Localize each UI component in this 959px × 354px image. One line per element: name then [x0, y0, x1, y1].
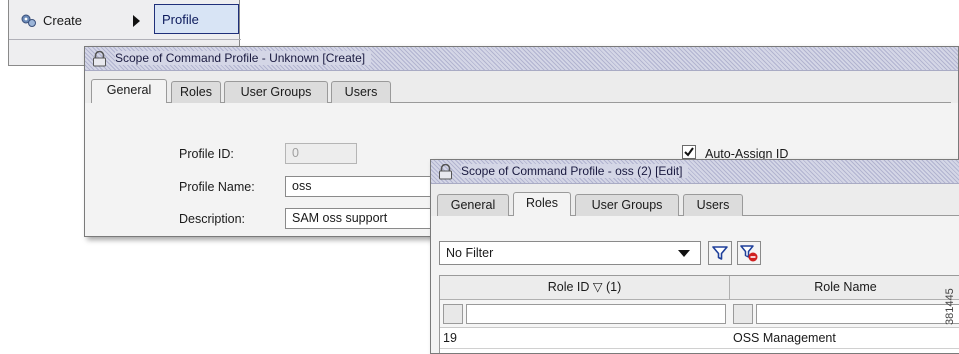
column-header-role-id[interactable]: Role ID ▽ (1) — [440, 276, 730, 300]
figure-id: 381445 — [944, 288, 956, 325]
tab-user-groups[interactable]: User Groups — [575, 194, 679, 216]
submenu-profile-label: Profile — [162, 12, 199, 27]
profile-name-field[interactable]: oss — [285, 176, 445, 197]
filter-select-value: No Filter — [446, 246, 494, 260]
column-header-role-name[interactable]: Role Name — [730, 276, 959, 300]
role-id-filter-input[interactable] — [466, 304, 726, 324]
tab-label: General — [450, 198, 496, 212]
menu-item-create[interactable]: Create — [9, 6, 149, 34]
submenu-arrow-icon — [133, 15, 140, 27]
title-bar[interactable]: Scope of Command Profile - Unknown [Crea… — [85, 47, 958, 71]
tab-roles[interactable]: Roles — [171, 81, 221, 103]
auto-assign-checkbox[interactable] — [682, 145, 696, 159]
window-title: Scope of Command Profile - Unknown [Crea… — [115, 51, 372, 65]
role-name-filter-input[interactable] — [756, 304, 959, 324]
filter-button[interactable] — [708, 241, 732, 265]
window-title: Scope of Command Profile - oss (2) [Edit… — [461, 164, 689, 178]
roles-table: Role ID ▽ (1) Role Name 19 OSS Managemen… — [439, 275, 959, 353]
submenu-item-profile[interactable]: Profile — [154, 4, 239, 34]
filter-row — [440, 300, 959, 328]
role-name-filter-button[interactable] — [733, 304, 753, 324]
profile-edit-window: Scope of Command Profile - oss (2) [Edit… — [430, 159, 959, 354]
profile-id-label: Profile ID: — [179, 147, 234, 161]
lock-icon — [439, 164, 452, 180]
tab-general[interactable]: General — [437, 194, 509, 216]
menu-divider — [9, 39, 241, 40]
tab-user-groups[interactable]: User Groups — [224, 81, 328, 103]
row-divider — [440, 348, 959, 349]
role-id-cell: 19 — [443, 331, 457, 345]
tab-users[interactable]: Users — [331, 81, 391, 103]
tab-label: General — [106, 83, 152, 97]
create-icon — [21, 14, 36, 27]
profile-id-field[interactable]: 0 — [285, 143, 357, 164]
tab-users[interactable]: Users — [683, 194, 743, 216]
profile-name-label: Profile Name: — [179, 180, 255, 194]
description-label: Description: — [179, 212, 245, 226]
tab-label: Users — [344, 85, 378, 99]
lock-icon — [93, 51, 106, 67]
tab-label: Users — [696, 198, 730, 212]
filter-icon — [712, 246, 728, 260]
checkmark-icon — [684, 147, 694, 157]
column-header-label: Role Name — [814, 280, 877, 294]
tab-roles[interactable]: Roles — [513, 192, 571, 216]
column-header-label: Role ID ▽ (1) — [547, 280, 622, 294]
tab-label: Roles — [526, 196, 558, 210]
role-name-cell: OSS Management — [733, 331, 836, 345]
tab-label: User Groups — [240, 85, 312, 99]
tab-label: Roles — [180, 85, 212, 99]
tab-label: User Groups — [591, 198, 663, 212]
tab-general[interactable]: General — [91, 79, 167, 103]
roles-panel: No Filter Role ID ▽ (1) Role Name 19 OSS… — [431, 216, 959, 353]
clear-filter-button[interactable] — [737, 241, 761, 265]
title-bar[interactable]: Scope of Command Profile - oss (2) [Edit… — [431, 160, 959, 184]
table-row[interactable]: 19 OSS Management — [440, 328, 959, 348]
role-id-filter-button[interactable] — [443, 304, 463, 324]
description-field[interactable]: SAM oss support — [285, 208, 445, 229]
clear-filter-icon — [740, 245, 758, 262]
filter-select[interactable]: No Filter — [439, 241, 701, 265]
chevron-down-icon — [678, 250, 690, 257]
menu-create-label: Create — [43, 13, 83, 28]
